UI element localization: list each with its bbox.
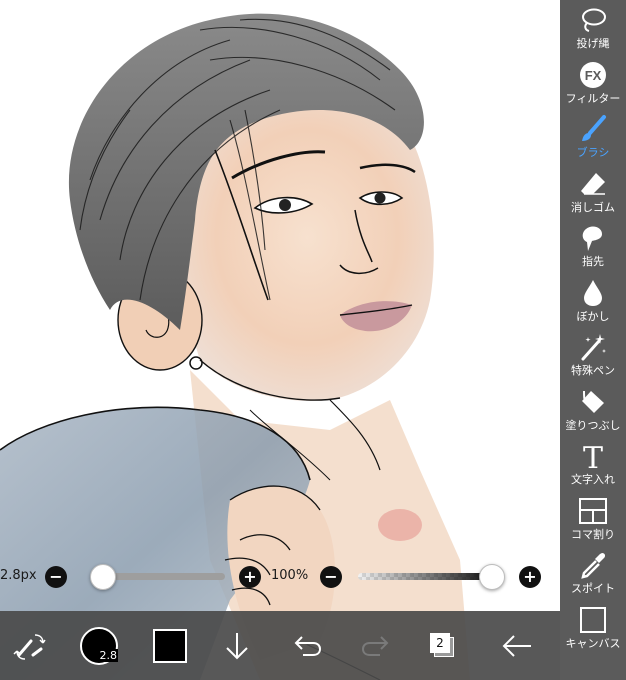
tool-label: コマ割り [571,527,615,541]
tool-text[interactable]: T 文字入れ [560,436,626,491]
frame-divider-icon [578,496,608,526]
tool-label: ぼかし [576,309,610,323]
opacity-value: 100% [271,568,309,583]
tool-label: 投げ縄 [576,37,610,50]
opacity-decrease-button[interactable]: − [320,566,342,588]
brush-size-slider-thumb[interactable] [90,564,116,590]
tool-panel: 投げ縄 FX フィルター ブラシ 消しゴム 指先 ぼかし 特殊ペン 塗りつぶし … [560,0,626,680]
text-t-icon: T [578,441,608,471]
eraser-icon [578,169,608,199]
tool-eraser[interactable]: 消しゴム [560,164,626,219]
opacity-increase-button[interactable]: + [519,566,541,588]
blur-drop-icon [578,278,608,308]
layers-icon: 2 [430,632,456,659]
undo-icon [294,635,322,656]
layer-count: 2 [430,632,450,653]
bottom-toolbar: 2.8 2 [0,611,560,680]
brush-icon [578,114,608,144]
svg-text:FX: FX [585,68,602,83]
redo-icon [361,635,389,656]
tool-label: 塗りつぶし [565,418,621,432]
tool-canvas[interactable]: キャンバス [560,600,626,655]
undo-button[interactable] [285,611,331,680]
tool-label: 文字入れ [571,473,615,486]
download-button[interactable] [214,611,260,680]
tool-brush[interactable]: ブラシ [560,109,626,164]
current-color-swatch [153,628,187,663]
eyedropper-icon [578,550,608,580]
brush-size-badge: 2.8 [98,648,118,662]
tool-special-pen[interactable]: 特殊ペン [560,327,626,382]
arrow-left-icon [502,634,531,657]
tool-smudge[interactable]: 指先 [560,218,626,273]
svg-text:T: T [583,441,603,471]
tool-label: 消しゴム [571,200,615,214]
lasso-icon [578,5,608,35]
fx-icon: FX [578,60,608,90]
tool-label: キャンバス [565,636,621,650]
fill-bucket-icon [578,387,608,417]
tool-lasso[interactable]: 投げ縄 [560,0,626,55]
swap-tool-button[interactable] [8,611,52,680]
opacity-slider[interactable] [358,573,492,580]
brush-swap-icon [13,633,46,660]
brush-size-preview-button[interactable]: 2.8 [74,611,124,680]
tool-label: スポイト [571,582,615,595]
color-picker-button[interactable] [145,611,195,680]
tool-label: ブラシ [576,146,610,159]
arrow-down-icon [226,632,248,659]
back-button[interactable] [492,611,542,680]
tool-frame-divider[interactable]: コマ割り [560,491,626,546]
opacity-slider-thumb[interactable] [479,564,505,590]
tool-eyedropper[interactable]: スポイト [560,545,626,600]
tool-label: 指先 [582,255,604,268]
slider-row: 2.8px − + 100% − + [0,562,560,592]
tool-blur[interactable]: ぼかし [560,273,626,328]
tool-fill[interactable]: 塗りつぶし [560,382,626,437]
canvas-icon [578,605,608,635]
brush-size-value: 2.8px [0,568,37,583]
brush-size-increase-button[interactable]: + [239,566,261,588]
tool-label: フィルター [565,91,621,105]
tool-filter[interactable]: FX フィルター [560,55,626,110]
smudge-icon [578,223,608,253]
magic-pen-icon [578,332,608,362]
brush-preview-circle: 2.8 [80,626,118,665]
redo-button[interactable] [352,611,398,680]
brush-size-decrease-button[interactable]: − [45,566,67,588]
tool-label: 特殊ペン [571,364,615,377]
layers-button[interactable]: 2 [420,611,466,680]
